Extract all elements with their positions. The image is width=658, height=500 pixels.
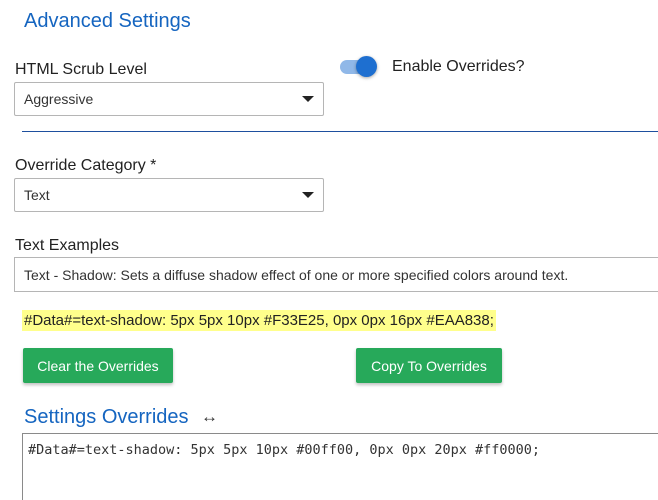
copy-to-overrides-button[interactable]: Copy To Overrides — [356, 348, 502, 383]
override-category-label: Override Category * — [15, 157, 157, 174]
sample-code-highlight: #Data#=text-shadow: 5px 5px 10px #F33E25… — [22, 310, 496, 331]
settings-overrides-content: #Data#=text-shadow: 5px 5px 10px #00ff00… — [28, 442, 541, 458]
settings-overrides-textarea[interactable]: #Data#=text-shadow: 5px 5px 10px #00ff00… — [22, 433, 658, 500]
text-examples-label: Text Examples — [15, 237, 120, 254]
enable-overrides-label: Enable Overrides? — [392, 58, 525, 75]
override-category-value: Text — [24, 187, 50, 203]
override-category-select[interactable]: Text — [14, 178, 324, 212]
toggle-knob — [356, 56, 377, 77]
chevron-down-icon — [302, 96, 314, 102]
text-examples-value: Text - Shadow: Sets a diffuse shadow eff… — [24, 266, 569, 283]
text-examples-select[interactable]: Text - Shadow: Sets a diffuse shadow eff… — [14, 257, 658, 292]
horizontal-resize-icon[interactable]: ↔ — [201, 408, 218, 425]
section-divider — [22, 131, 658, 132]
clear-overrides-button[interactable]: Clear the Overrides — [23, 348, 173, 383]
scrub-level-select[interactable]: Aggressive — [14, 82, 324, 116]
advanced-settings-title: Advanced Settings — [24, 10, 191, 32]
advanced-settings-page: Advanced Settings HTML Scrub Level Aggre… — [0, 0, 658, 500]
scrub-level-value: Aggressive — [24, 91, 94, 107]
scrub-level-label: HTML Scrub Level — [15, 61, 147, 78]
chevron-down-icon — [302, 192, 314, 198]
settings-overrides-title: Settings Overrides — [24, 406, 189, 428]
enable-overrides-toggle[interactable] — [340, 55, 380, 79]
